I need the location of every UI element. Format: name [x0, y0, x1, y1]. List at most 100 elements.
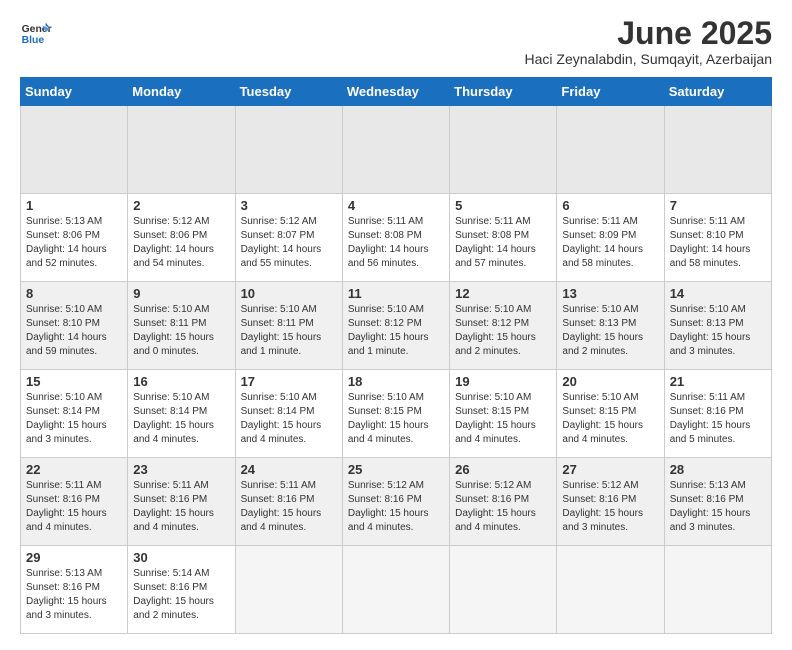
- header-tuesday: Tuesday: [235, 78, 342, 106]
- day-number: 19: [455, 374, 551, 389]
- header-saturday: Saturday: [664, 78, 771, 106]
- table-row: [128, 106, 235, 194]
- table-row: 27 Sunrise: 5:12 AMSunset: 8:16 PMDayligh…: [557, 458, 664, 546]
- day-number: 9: [133, 286, 229, 301]
- day-number: 1: [26, 198, 122, 213]
- month-title: June 2025: [525, 16, 772, 51]
- cell-content: Sunrise: 5:10 AMSunset: 8:11 PMDaylight:…: [133, 303, 229, 359]
- table-row: 1 Sunrise: 5:13 AMSunset: 8:06 PMDaylight…: [21, 194, 128, 282]
- table-row: 9 Sunrise: 5:10 AMSunset: 8:11 PMDaylight…: [128, 282, 235, 370]
- table-row: 23Sunrise: 5:11 AMSunset: 8:16 PMDayligh…: [128, 458, 235, 546]
- table-row: 30Sunrise: 5:14 AMSunset: 8:16 PMDayligh…: [128, 546, 235, 634]
- table-row: 10Sunrise: 5:10 AMSunset: 8:11 PMDayligh…: [235, 282, 342, 370]
- cell-content: Sunrise: 5:10 AMSunset: 8:15 PMDaylight:…: [348, 391, 444, 447]
- header-friday: Friday: [557, 78, 664, 106]
- table-row: 25 Sunrise: 5:12 AMSunset: 8:16 PMDayligh…: [342, 458, 449, 546]
- location: Haci Zeynalabdin, Sumqayit, Azerbaijan: [525, 51, 772, 67]
- cell-content: Sunrise: 5:12 AMSunset: 8:16 PMDaylight:…: [348, 479, 444, 535]
- table-row: 7Sunrise: 5:11 AMSunset: 8:10 PMDaylight…: [664, 194, 771, 282]
- day-number: 4: [348, 198, 444, 213]
- header-sunday: Sunday: [21, 78, 128, 106]
- day-number: 6: [562, 198, 658, 213]
- table-row: 2Sunrise: 5:12 AMSunset: 8:06 PMDaylight…: [128, 194, 235, 282]
- cell-content: Sunrise: 5:14 AMSunset: 8:16 PMDaylight:…: [133, 567, 229, 623]
- table-row: 13Sunrise: 5:10 AMSunset: 8:13 PMDayligh…: [557, 282, 664, 370]
- cell-content: Sunrise: 5:13 AMSunset: 8:16 PMDaylight:…: [26, 567, 122, 623]
- day-number: 17: [241, 374, 337, 389]
- table-row: 22 Sunrise: 5:11 AMSunset: 8:16 PMDayligh…: [21, 458, 128, 546]
- day-number: 16: [133, 374, 229, 389]
- day-number: 23: [133, 462, 229, 477]
- table-row: [450, 546, 557, 634]
- day-number: 29: [26, 550, 122, 565]
- cell-content: Sunrise: 5:13 AMSunset: 8:06 PMDaylight:…: [26, 215, 122, 271]
- cell-content: Sunrise: 5:12 AMSunset: 8:06 PMDaylight:…: [133, 215, 229, 271]
- day-number: 14: [670, 286, 766, 301]
- calendar-week-row: 8 Sunrise: 5:10 AMSunset: 8:10 PMDaylight…: [21, 282, 772, 370]
- day-number: 12: [455, 286, 551, 301]
- header-wednesday: Wednesday: [342, 78, 449, 106]
- cell-content: Sunrise: 5:11 AMSunset: 8:16 PMDaylight:…: [26, 479, 122, 535]
- table-row: [664, 106, 771, 194]
- day-number: 28: [670, 462, 766, 477]
- cell-content: Sunrise: 5:12 AMSunset: 8:07 PMDaylight:…: [241, 215, 337, 271]
- table-row: [450, 106, 557, 194]
- table-row: 6Sunrise: 5:11 AMSunset: 8:09 PMDaylight…: [557, 194, 664, 282]
- cell-content: Sunrise: 5:11 AMSunset: 8:08 PMDaylight:…: [348, 215, 444, 271]
- table-row: 5 Sunrise: 5:11 AMSunset: 8:08 PMDaylight…: [450, 194, 557, 282]
- day-number: 13: [562, 286, 658, 301]
- day-number: 24: [241, 462, 337, 477]
- day-number: 3: [241, 198, 337, 213]
- table-row: 17 Sunrise: 5:10 AMSunset: 8:14 PMDayligh…: [235, 370, 342, 458]
- table-row: [21, 106, 128, 194]
- cell-content: Sunrise: 5:10 AMSunset: 8:12 PMDaylight:…: [455, 303, 551, 359]
- table-row: 16 Sunrise: 5:10 AMSunset: 8:14 PMDayligh…: [128, 370, 235, 458]
- page-header: General Blue June 2025 Haci Zeynalabdin,…: [20, 16, 772, 67]
- header-thursday: Thursday: [450, 78, 557, 106]
- table-row: 18Sunrise: 5:10 AMSunset: 8:15 PMDayligh…: [342, 370, 449, 458]
- cell-content: Sunrise: 5:10 AMSunset: 8:12 PMDaylight:…: [348, 303, 444, 359]
- table-row: 14Sunrise: 5:10 AMSunset: 8:13 PMDayligh…: [664, 282, 771, 370]
- day-number: 21: [670, 374, 766, 389]
- cell-content: Sunrise: 5:10 AMSunset: 8:15 PMDaylight:…: [562, 391, 658, 447]
- cell-content: Sunrise: 5:13 AMSunset: 8:16 PMDaylight:…: [670, 479, 766, 535]
- title-block: June 2025 Haci Zeynalabdin, Sumqayit, Az…: [525, 16, 772, 67]
- calendar-header-row: Sunday Monday Tuesday Wednesday Thursday…: [21, 78, 772, 106]
- header-monday: Monday: [128, 78, 235, 106]
- day-number: 8: [26, 286, 122, 301]
- day-number: 5: [455, 198, 551, 213]
- cell-content: Sunrise: 5:11 AMSunset: 8:16 PMDaylight:…: [241, 479, 337, 535]
- table-row: 26 Sunrise: 5:12 AMSunset: 8:16 PMDayligh…: [450, 458, 557, 546]
- table-row: 28 Sunrise: 5:13 AMSunset: 8:16 PMDayligh…: [664, 458, 771, 546]
- calendar-week-row: 1 Sunrise: 5:13 AMSunset: 8:06 PMDaylight…: [21, 194, 772, 282]
- day-number: 15: [26, 374, 122, 389]
- table-row: [342, 546, 449, 634]
- table-row: 8 Sunrise: 5:10 AMSunset: 8:10 PMDaylight…: [21, 282, 128, 370]
- table-row: [342, 106, 449, 194]
- day-number: 26: [455, 462, 551, 477]
- cell-content: Sunrise: 5:12 AMSunset: 8:16 PMDaylight:…: [455, 479, 551, 535]
- cell-content: Sunrise: 5:10 AMSunset: 8:10 PMDaylight:…: [26, 303, 122, 359]
- table-row: [557, 106, 664, 194]
- cell-content: Sunrise: 5:10 AMSunset: 8:14 PMDaylight:…: [133, 391, 229, 447]
- cell-content: Sunrise: 5:10 AMSunset: 8:14 PMDaylight:…: [241, 391, 337, 447]
- cell-content: Sunrise: 5:11 AMSunset: 8:08 PMDaylight:…: [455, 215, 551, 271]
- table-row: 21Sunrise: 5:11 AMSunset: 8:16 PMDayligh…: [664, 370, 771, 458]
- logo-icon: General Blue: [20, 16, 52, 48]
- cell-content: Sunrise: 5:12 AMSunset: 8:16 PMDaylight:…: [562, 479, 658, 535]
- svg-text:Blue: Blue: [22, 35, 45, 46]
- day-number: 11: [348, 286, 444, 301]
- table-row: 12 Sunrise: 5:10 AMSunset: 8:12 PMDayligh…: [450, 282, 557, 370]
- cell-content: Sunrise: 5:10 AMSunset: 8:11 PMDaylight:…: [241, 303, 337, 359]
- day-number: 25: [348, 462, 444, 477]
- table-row: [235, 546, 342, 634]
- day-number: 27: [562, 462, 658, 477]
- calendar-week-row: 22 Sunrise: 5:11 AMSunset: 8:16 PMDayligh…: [21, 458, 772, 546]
- table-row: 11 Sunrise: 5:10 AMSunset: 8:12 PMDayligh…: [342, 282, 449, 370]
- table-row: 15 Sunrise: 5:10 AMSunset: 8:14 PMDayligh…: [21, 370, 128, 458]
- day-number: 22: [26, 462, 122, 477]
- calendar-week-row: 29 Sunrise: 5:13 AMSunset: 8:16 PMDayligh…: [21, 546, 772, 634]
- cell-content: Sunrise: 5:10 AMSunset: 8:15 PMDaylight:…: [455, 391, 551, 447]
- cell-content: Sunrise: 5:10 AMSunset: 8:14 PMDaylight:…: [26, 391, 122, 447]
- table-row: 20Sunrise: 5:10 AMSunset: 8:15 PMDayligh…: [557, 370, 664, 458]
